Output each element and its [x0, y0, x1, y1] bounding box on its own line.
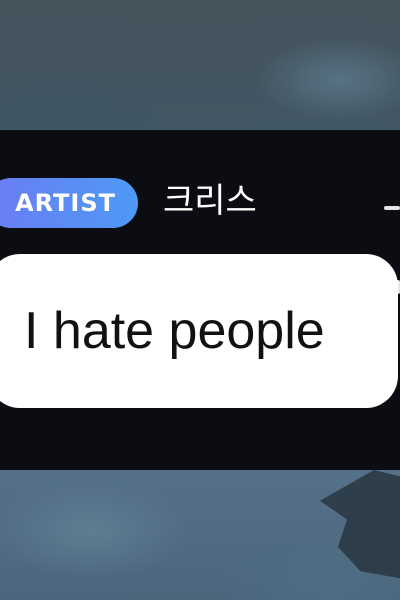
screenshot-stage: ARTIST 크리스 I hate people: [0, 0, 400, 600]
message-text: I hate people: [24, 302, 325, 360]
sender-username[interactable]: 크리스: [163, 176, 257, 226]
background-top: [0, 0, 400, 135]
artist-badge: ARTIST: [0, 178, 138, 228]
artist-badge-label: ARTIST: [15, 189, 116, 217]
message-bubble[interactable]: I hate people: [0, 254, 398, 408]
more-options-icon[interactable]: [384, 206, 400, 210]
